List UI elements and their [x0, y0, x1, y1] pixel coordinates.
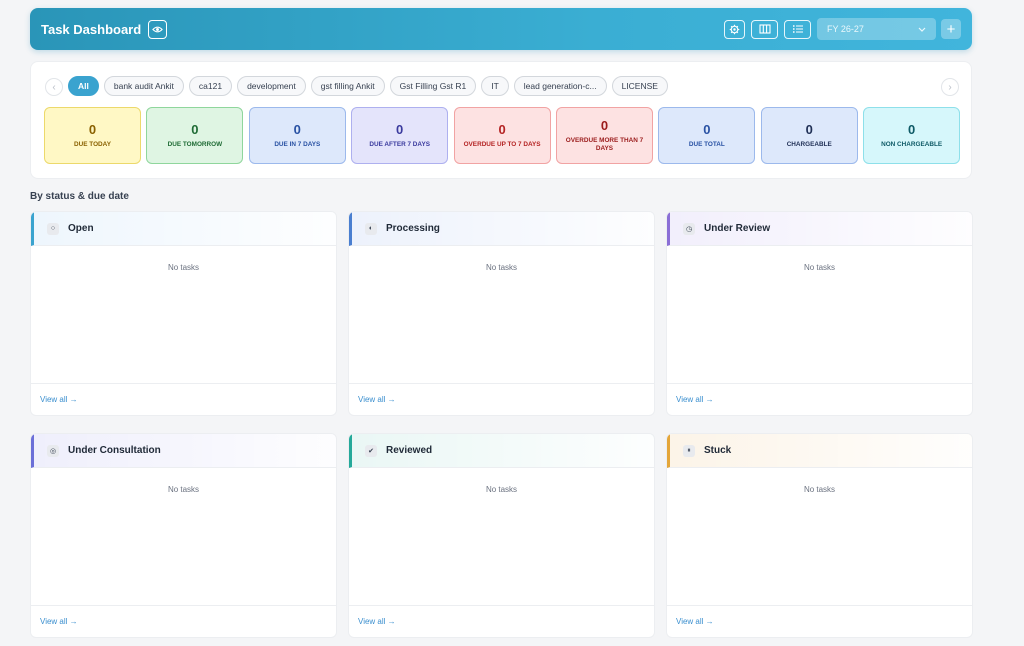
check-icon: ✔ — [365, 444, 377, 457]
status-column: ⏸ Stuck No tasks View all → — [666, 433, 973, 638]
stat-label: CHARGEABLE — [786, 141, 832, 148]
status-column-header: ◎ Under Consultation — [31, 434, 336, 468]
stat-label: OVERDUE MORE THAN 7 DAYS — [565, 137, 644, 152]
filter-chip[interactable]: IT — [481, 76, 509, 96]
stat-value: 0 — [805, 122, 813, 137]
empty-state-text: No tasks — [803, 263, 836, 272]
stat-card[interactable]: 0 OVERDUE UP TO 7 DAYS — [453, 107, 551, 164]
record-icon: ◎ — [47, 444, 59, 457]
view-all-link[interactable]: View all → — [40, 617, 78, 626]
chevron-down-icon — [918, 24, 926, 34]
view-all-link[interactable]: View all → — [358, 395, 396, 404]
status-column-title: Reviewed — [386, 445, 433, 456]
filter-panel: ‹ All bank audit Ankit ca121 development gst… — [30, 61, 972, 179]
add-task-button[interactable]: + — [941, 19, 961, 39]
filter-chip[interactable]: development — [237, 76, 306, 96]
status-column-title: Stuck — [704, 445, 732, 456]
stat-label: DUE IN 7 DAYS — [274, 141, 321, 148]
status-column-header: ◐ Processing — [349, 212, 654, 246]
stat-value: 0 — [498, 122, 506, 137]
status-column-header: ⏸ Stuck — [667, 434, 972, 468]
filter-chip[interactable]: ca121 — [188, 76, 233, 96]
stat-label: OVERDUE UP TO 7 DAYS — [463, 141, 541, 148]
empty-state-text: No tasks — [167, 485, 200, 494]
circle-icon: ○ — [47, 222, 59, 235]
status-column-footer: View all → — [349, 605, 654, 637]
status-column-title: Under Consultation — [68, 445, 161, 456]
status-column: ◷ Under Review No tasks View all → — [666, 211, 973, 416]
filter-chip[interactable]: LICENSE — [611, 76, 668, 96]
view-all-link[interactable]: View all → — [40, 395, 78, 404]
stat-value: 0 — [293, 122, 301, 137]
status-column: ◎ Under Consultation No tasks View all → — [30, 433, 337, 638]
filter-chip[interactable]: bank audit Ankit — [103, 76, 184, 96]
status-column: ✔ Reviewed No tasks View all → — [348, 433, 655, 638]
filter-chip[interactable]: Gst Filling Gst R1 — [389, 76, 477, 96]
stat-card[interactable]: 0 DUE TODAY — [44, 107, 141, 164]
status-column-footer: View all → — [667, 605, 972, 637]
fiscal-year-select[interactable]: FY 26-27 — [817, 18, 936, 40]
status-column-footer: View all → — [31, 383, 336, 415]
stat-value: 0 — [191, 122, 199, 137]
category-chip-row: ‹ All bank audit Ankit ca121 development gst… — [45, 76, 959, 98]
status-column-footer: View all → — [667, 383, 972, 415]
status-column: ○ Open No tasks View all → — [30, 211, 337, 416]
stat-card[interactable]: 0 OVERDUE MORE THAN 7 DAYS — [555, 107, 653, 164]
stat-value: 0 — [600, 118, 609, 133]
empty-state-text: No tasks — [485, 485, 518, 494]
stat-card[interactable]: 0 DUE TOTAL — [658, 107, 756, 164]
half-circle-icon: ◐ — [365, 222, 377, 235]
status-column-header: ○ Open — [31, 212, 336, 246]
status-column-footer: View all → — [349, 383, 654, 415]
view-all-link[interactable]: View all → — [676, 395, 714, 404]
fiscal-year-value: FY 26-27 — [827, 24, 864, 34]
clock-icon: ◷ — [683, 222, 695, 235]
list-view-icon[interactable] — [784, 19, 811, 39]
stat-card[interactable]: 0 DUE AFTER 7 DAYS — [351, 107, 449, 164]
status-column-title: Processing — [386, 223, 440, 234]
stat-label: NON CHARGEABLE — [881, 141, 943, 148]
page-title: Task Dashboard — [41, 21, 142, 37]
status-column-footer: View all → — [31, 605, 336, 637]
status-column-header: ✔ Reviewed — [349, 434, 654, 468]
view-all-link[interactable]: View all → — [358, 617, 396, 626]
stat-value: 0 — [703, 122, 711, 137]
status-column-title: Under Review — [704, 223, 771, 234]
filter-chip[interactable]: All — [68, 76, 99, 96]
stat-card[interactable]: 0 DUE TOMORROW — [146, 107, 244, 164]
settings-gear-icon[interactable] — [724, 19, 745, 39]
category-chips: All bank audit Ankit ca121 development gst f… — [68, 76, 673, 96]
view-all-link[interactable]: View all → — [676, 617, 714, 626]
dashboard-header: Task Dashboard FY 26-27 + — [30, 8, 972, 50]
stat-card[interactable]: 0 DUE IN 7 DAYS — [248, 107, 346, 164]
empty-state-text: No tasks — [803, 485, 836, 494]
scroll-right-icon[interactable]: › — [941, 78, 959, 96]
status-column-header: ◷ Under Review — [667, 212, 972, 246]
scroll-left-icon[interactable]: ‹ — [45, 78, 63, 96]
stat-card[interactable]: 0 NON CHARGEABLE — [863, 107, 961, 164]
stat-label: DUE TOMORROW — [167, 141, 223, 148]
stat-label: DUE TODAY — [74, 141, 111, 148]
eye-icon[interactable] — [148, 19, 168, 39]
filter-chip[interactable]: lead generation-c... — [513, 76, 607, 96]
board-view-icon[interactable] — [751, 19, 778, 39]
stat-cards: 0 DUE TODAY 0 DUE TOMORROW 0 DUE IN 7 DAYS 0 DU… — [44, 107, 966, 164]
stat-label: DUE AFTER 7 DAYS — [369, 141, 430, 148]
empty-state-text: No tasks — [167, 263, 200, 272]
stat-value: 0 — [88, 122, 97, 137]
stat-label: DUE TOTAL — [688, 141, 725, 148]
stat-value: 0 — [396, 122, 404, 137]
section-title: By status & due date — [30, 191, 129, 202]
filter-chip[interactable]: gst filling Ankit — [310, 76, 385, 96]
stat-value: 0 — [908, 122, 916, 137]
status-column-title: Open — [68, 223, 94, 234]
empty-state-text: No tasks — [485, 263, 518, 272]
pause-icon: ⏸ — [683, 444, 695, 457]
status-column: ◐ Processing No tasks View all → — [348, 211, 655, 416]
stat-card[interactable]: 0 CHARGEABLE — [760, 107, 858, 164]
